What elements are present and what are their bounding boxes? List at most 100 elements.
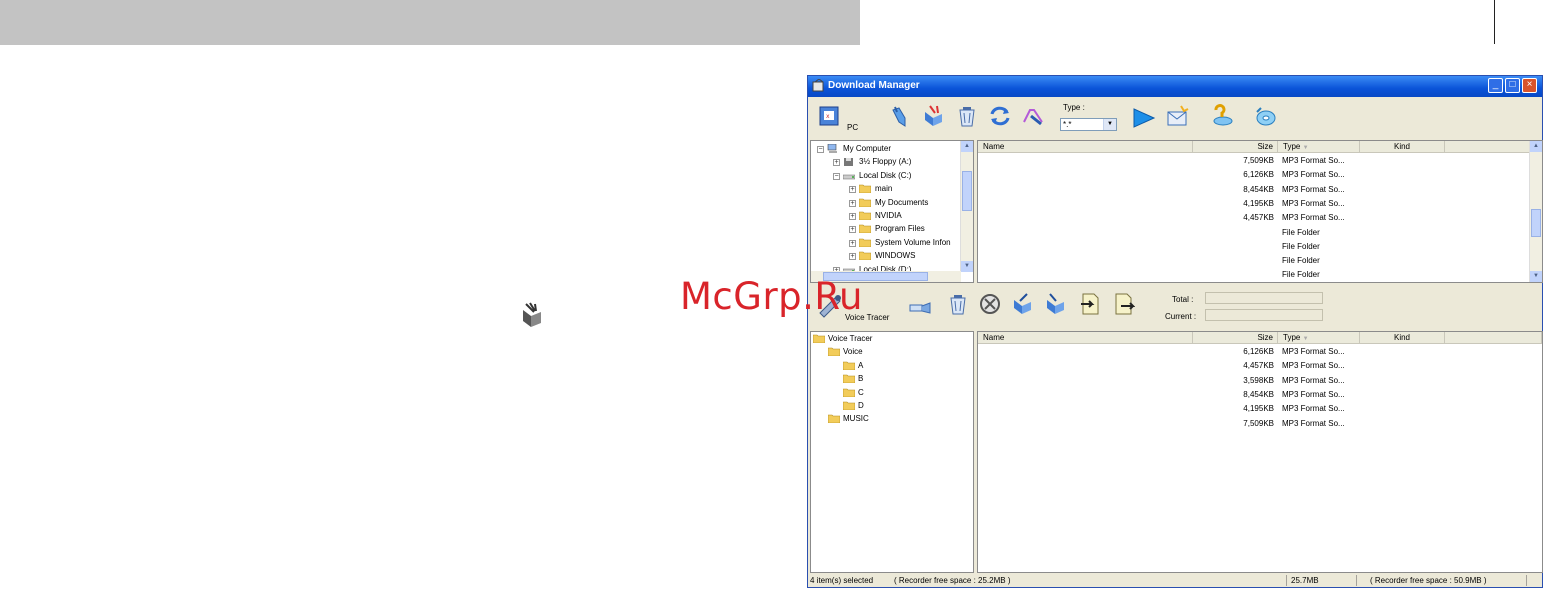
- table-row[interactable]: 03 - 8 Mile - Eminem - 8 Mile.mp38,454KB…: [978, 183, 1538, 197]
- tree-item[interactable]: − Local Disk (C:): [811, 170, 961, 182]
- pc-icon[interactable]: x: [816, 103, 844, 131]
- disc-icon[interactable]: [1253, 104, 1277, 128]
- file-type: MP3 Format So...: [1282, 389, 1345, 399]
- tree-item[interactable]: + System Volume Infon: [811, 237, 961, 249]
- pc-label: PC: [847, 123, 859, 132]
- column-name[interactable]: Name: [978, 141, 1193, 153]
- tree-item-label: My Documents: [875, 197, 929, 207]
- collapse-icon[interactable]: −: [817, 146, 824, 153]
- title-bar[interactable]: Download Manager _ □ ×: [808, 76, 1542, 97]
- collapse-icon[interactable]: −: [833, 172, 840, 180]
- total-progress-bar: [1205, 292, 1323, 304]
- export-icon[interactable]: [1044, 292, 1068, 316]
- tree-item[interactable]: − My Computer: [811, 143, 961, 155]
- tree-item-label: C: [858, 387, 864, 397]
- column-size[interactable]: Size: [1193, 332, 1278, 344]
- column-kind[interactable]: Kind: [1360, 141, 1445, 153]
- usb-transfer-icon[interactable]: [908, 293, 932, 317]
- table-row[interactable]: 16 - 8 Mile - Eminem - Run Rabbit Run.mp…: [978, 359, 1538, 373]
- page-header-bar: [0, 0, 860, 45]
- tree-item-label: 3½ Floppy (A:): [859, 157, 912, 167]
- table-row[interactable]: Hotel Califonia- Eagles.mp36,126KBMP3 Fo…: [978, 345, 1538, 359]
- help-icon[interactable]: [1210, 104, 1234, 128]
- tree-item-label: Voice Tracer: [828, 334, 873, 343]
- file-type: MP3 Format So...: [1282, 156, 1345, 165]
- delete-icon[interactable]: [955, 104, 979, 128]
- file-size: 3,598KB: [1243, 375, 1274, 385]
- expand-icon[interactable]: +: [849, 186, 856, 194]
- column-name[interactable]: Name: [978, 332, 1193, 344]
- tree-item-label: D: [858, 401, 864, 410]
- table-row[interactable]: 16 - 8 Mile - Eminem - Run Rabbit Run.mp…: [978, 211, 1538, 225]
- tree-item[interactable]: + NVIDIA: [811, 210, 961, 222]
- minimize-button[interactable]: _: [1488, 78, 1503, 93]
- column-kind[interactable]: Kind: [1360, 332, 1445, 344]
- selection-status: 4 item(s) selected: [810, 576, 874, 585]
- tree-item[interactable]: + My Documents: [811, 197, 961, 209]
- column-type-label: Type: [1283, 142, 1301, 151]
- tree-item[interactable]: + main: [811, 183, 961, 195]
- table-row[interactable]: 01 - 8 Mile - Eminem - Lose Yourself.mp3…: [978, 154, 1538, 168]
- pc-file-list[interactable]: Name Size Type ▼ Kind 01 - 8 Mile - Emin…: [977, 140, 1543, 283]
- download-icon[interactable]: [1011, 292, 1035, 316]
- tree-item[interactable]: +3½ Floppy (A:): [811, 156, 961, 168]
- device-file-list[interactable]: Name Size Type ▼ Kind Hotel Califonia- E…: [977, 331, 1543, 573]
- table-row[interactable]: Hotel Califonia- Eagles.mp36,126KBMP3 Fo…: [978, 168, 1538, 182]
- maximize-button[interactable]: □: [1505, 78, 1520, 93]
- table-row[interactable]: System Volume InformationFile Folder: [978, 226, 1538, 240]
- refresh-icon[interactable]: [988, 104, 1012, 128]
- file-type: File Folder: [1282, 270, 1320, 280]
- column-type[interactable]: Type ▼: [1278, 332, 1360, 344]
- pc-list-vscroll[interactable]: ▲ ▼: [1529, 141, 1542, 282]
- expand-icon[interactable]: +: [849, 239, 856, 247]
- expand-icon[interactable]: +: [849, 213, 856, 220]
- import-file-icon[interactable]: [1078, 292, 1102, 316]
- expand-icon[interactable]: +: [833, 159, 840, 167]
- device-folder-tree[interactable]: Voice Tracer Voice A B C D MUSIC: [810, 331, 974, 573]
- expand-icon[interactable]: +: [849, 253, 856, 261]
- tree-item-label: System Volume Infon: [875, 237, 951, 247]
- table-row[interactable]: 08 Somewhere.mp33,598KBMP3 Format So...: [978, 374, 1538, 388]
- folder-icon: [859, 198, 871, 207]
- table-row[interactable]: mainFile Folder: [978, 240, 1538, 254]
- table-row[interactable]: WINDOWSFile Folder: [978, 254, 1538, 268]
- tree-item[interactable]: + WINDOWS: [811, 250, 961, 262]
- pc-folder-tree[interactable]: − My Computer +3½ Floppy (A:) − Local Disk (…: [810, 140, 974, 283]
- watermark: McGrp.Ru: [680, 275, 863, 318]
- table-row[interactable]: 02 Breeze.mp34,195KBMP3 Format So...: [978, 197, 1538, 211]
- upload-icon[interactable]: [889, 104, 913, 128]
- device-delete-icon[interactable]: [946, 292, 970, 316]
- type-filter-select[interactable]: *.* ▼: [1060, 118, 1117, 131]
- folder-arrow-icon: [523, 302, 541, 327]
- chevron-down-icon[interactable]: ▼: [1103, 119, 1116, 130]
- expand-icon[interactable]: +: [849, 226, 856, 234]
- file-type: MP3 Format So...: [1282, 198, 1345, 208]
- table-row[interactable]: 01 - 8 Mile - Eminem - Lose Yourself.mp3…: [978, 417, 1538, 431]
- rename-icon[interactable]: [1021, 104, 1045, 128]
- column-size[interactable]: Size: [1193, 141, 1278, 153]
- current-progress-bar: [1205, 309, 1323, 321]
- column-type-label: Type: [1283, 333, 1301, 342]
- tree-item-label: B: [858, 374, 864, 384]
- total-label: Total :: [1172, 295, 1194, 304]
- file-type: MP3 Format So...: [1282, 375, 1345, 385]
- total-size: 25.7MB: [1291, 576, 1319, 585]
- file-type: MP3 Format So...: [1282, 213, 1345, 223]
- play-icon[interactable]: [1132, 106, 1156, 130]
- folder-icon: [859, 251, 871, 261]
- pc-tree-vscroll[interactable]: ▲ ▼: [960, 141, 973, 272]
- table-row[interactable]: NVIDIAFile Folder: [978, 268, 1538, 282]
- close-button[interactable]: ×: [1522, 78, 1537, 93]
- export-file-icon[interactable]: [1111, 292, 1135, 316]
- send-folder-icon[interactable]: [922, 104, 946, 128]
- stop-icon[interactable]: [978, 292, 1002, 316]
- file-size: 4,195KB: [1243, 198, 1274, 208]
- email-icon[interactable]: [1166, 104, 1190, 128]
- table-row[interactable]: 03 - 8 Mile - Eminem - 8 Mile.mp38,454KB…: [978, 388, 1538, 402]
- table-row[interactable]: 02 Breeze.mp34,195KBMP3 Format So...: [978, 402, 1538, 416]
- tree-item-label: WINDOWS: [875, 251, 916, 261]
- tree-item[interactable]: + Program Files: [811, 223, 961, 235]
- column-type[interactable]: Type ▼: [1278, 141, 1360, 153]
- file-size: 7,509KB: [1243, 418, 1274, 428]
- expand-icon[interactable]: +: [849, 199, 856, 207]
